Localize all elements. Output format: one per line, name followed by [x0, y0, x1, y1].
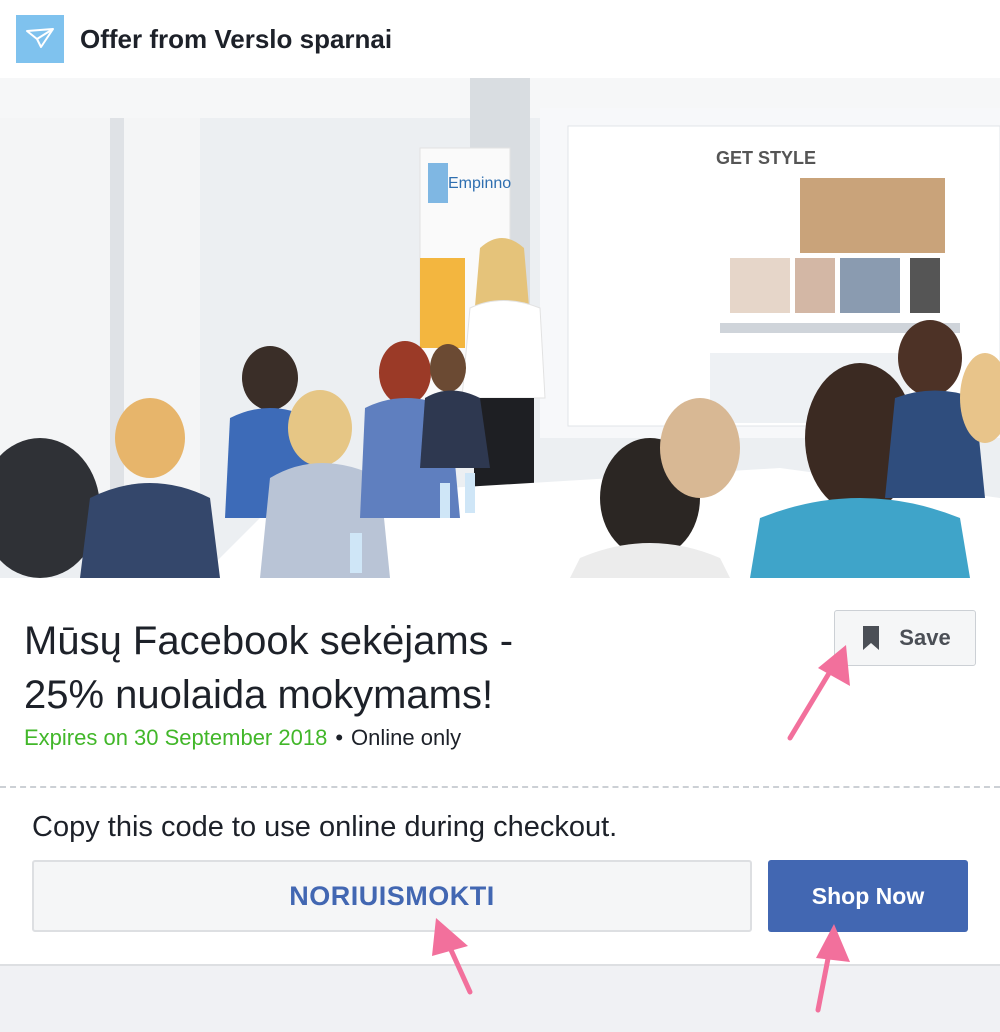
- offer-photo: GET STYLE Empinno: [0, 78, 1000, 578]
- screen-text: GET STYLE: [716, 148, 816, 168]
- offer-title-line-2: 25% nuolaida mokymams!: [24, 673, 494, 717]
- expiry-date: Expires on 30 September 2018: [24, 725, 328, 750]
- shop-now-label: Shop Now: [811, 882, 925, 909]
- section-divider: [0, 786, 1000, 788]
- save-button[interactable]: Save: [834, 610, 976, 666]
- bottom-bar: [0, 964, 1000, 1032]
- offer-source-title[interactable]: Offer from Verslo sparnai: [80, 22, 392, 56]
- bookmark-icon: [863, 626, 880, 650]
- offer-meta: Expires on 30 September 2018 • Online only: [24, 724, 461, 752]
- offer-title-line-1: Mūsų Facebook sekėjams -: [24, 619, 514, 663]
- paper-plane-icon: [26, 28, 54, 48]
- shop-now-button[interactable]: Shop Now: [768, 860, 968, 932]
- availability-label: Online only: [351, 725, 462, 750]
- banner-text: Empinno: [448, 175, 511, 192]
- code-instruction: Copy this code to use online during chec…: [32, 811, 618, 843]
- offer-header: Offer from Verslo sparnai: [0, 0, 1000, 78]
- promo-code-field[interactable]: NORIUISMOKTI: [32, 860, 752, 932]
- page-logo[interactable]: [16, 15, 64, 63]
- meta-separator: •: [335, 725, 344, 750]
- offer-title: Mūsų Facebook sekėjams - 25% nuolaida mo…: [24, 614, 664, 722]
- save-button-label: Save: [899, 625, 951, 650]
- promo-code[interactable]: NORIUISMOKTI: [289, 881, 495, 912]
